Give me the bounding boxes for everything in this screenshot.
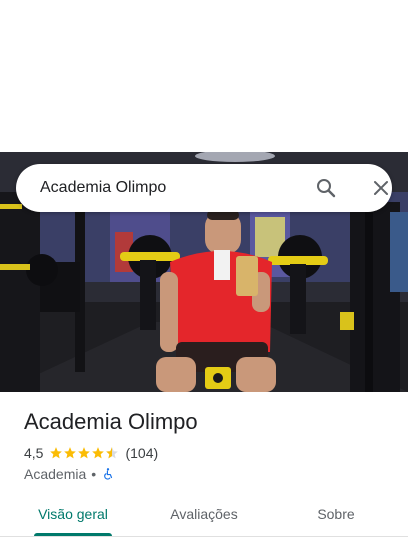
tab-about[interactable]: Sobre	[288, 492, 384, 536]
rating-stars	[49, 446, 119, 460]
star-full-icon	[92, 447, 105, 459]
map-blank-area	[0, 0, 408, 152]
rating-row[interactable]: 4,5 (104)	[24, 444, 158, 462]
close-icon[interactable]	[369, 176, 393, 200]
tab-overview[interactable]: Visão geral	[24, 492, 122, 536]
review-count[interactable]: (104)	[125, 445, 158, 461]
search-input[interactable]: Academia Olimpo	[40, 178, 166, 198]
star-full-icon	[64, 447, 77, 459]
separator-dot: •	[91, 466, 97, 482]
tabs-divider	[0, 536, 408, 537]
star-half-icon	[106, 447, 119, 459]
place-category: Academia	[24, 466, 87, 482]
place-title: Academia Olimpo	[24, 409, 198, 434]
star-full-icon	[50, 447, 63, 459]
category-row: Academia •	[24, 465, 115, 483]
search-bar[interactable]: Academia Olimpo	[16, 164, 392, 212]
star-full-icon	[78, 447, 91, 459]
search-icon[interactable]	[314, 176, 338, 200]
rating-value: 4,5	[24, 445, 44, 461]
tab-reviews[interactable]: Avaliações	[155, 492, 253, 536]
wheelchair-icon	[104, 468, 113, 480]
